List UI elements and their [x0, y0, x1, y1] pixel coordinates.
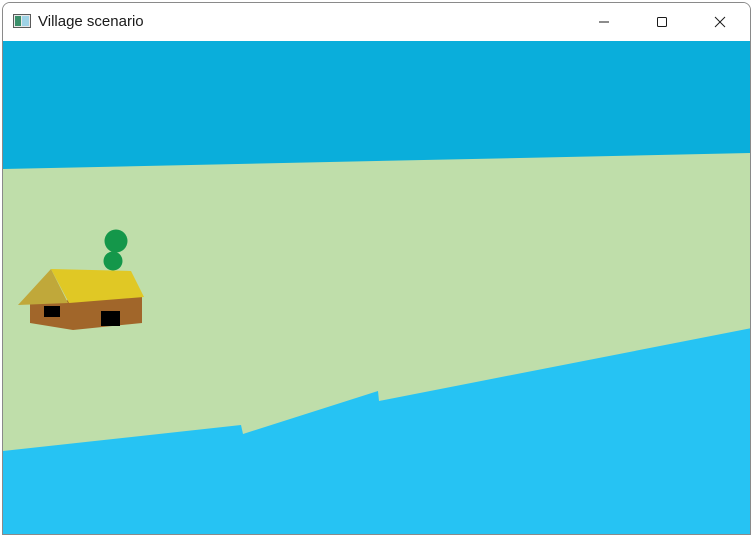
- house-door: [101, 311, 120, 326]
- maximize-icon: [657, 17, 667, 27]
- close-icon: [714, 16, 726, 28]
- app-window: Village scenario: [2, 2, 751, 535]
- render-canvas[interactable]: [3, 41, 751, 535]
- app-icon: [13, 14, 31, 28]
- minimize-button[interactable]: [575, 3, 633, 41]
- minimize-icon: [599, 21, 609, 23]
- maximize-button[interactable]: [633, 3, 691, 41]
- window-title: Village scenario: [38, 13, 144, 30]
- tree-bottom-foliage: [103, 251, 123, 271]
- tree-top-foliage: [104, 229, 128, 253]
- title-bar[interactable]: Village scenario: [3, 3, 750, 41]
- close-button[interactable]: [691, 3, 749, 41]
- house-window: [44, 306, 60, 317]
